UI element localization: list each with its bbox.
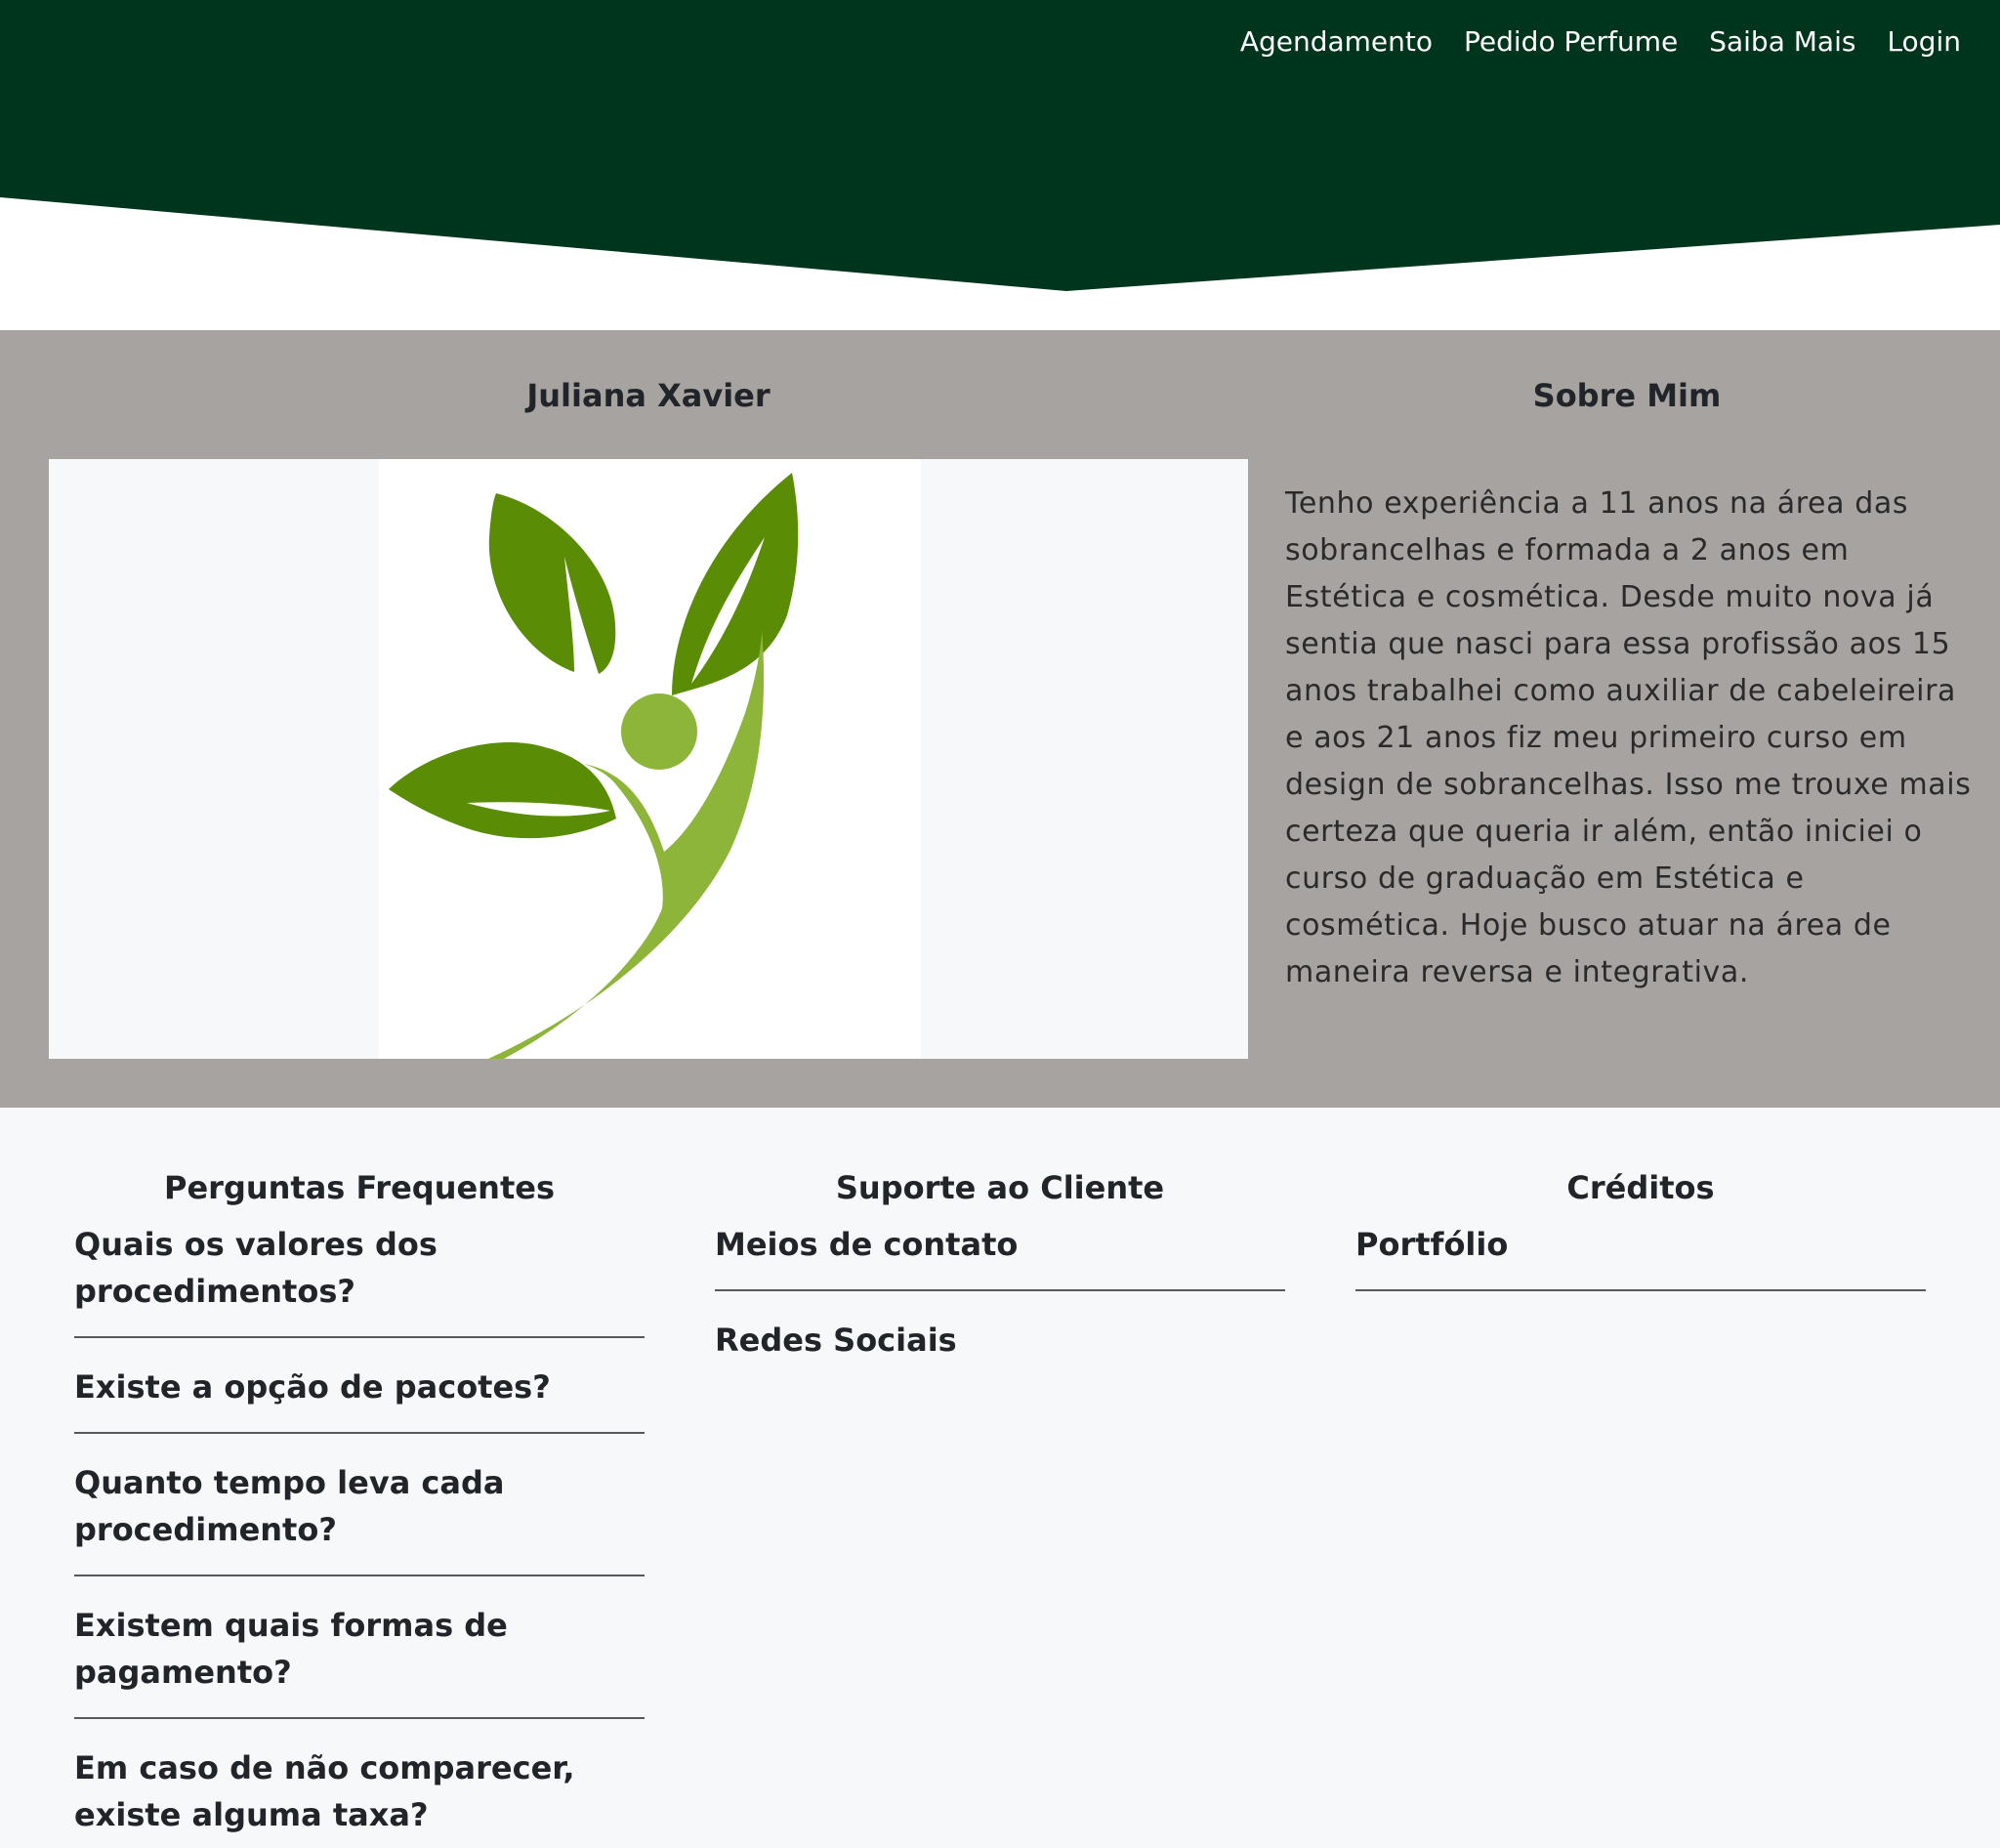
top-nav: Agendamento Pedido Perfume Saiba Mais Lo… <box>1240 25 1961 58</box>
nav-link-login[interactable]: Login <box>1887 25 1961 58</box>
divider <box>1355 1289 1926 1291</box>
about-text: Tenho experiência a 11 anos na área das … <box>1285 486 1972 989</box>
faq-link[interactable]: Em caso de não comparecer, existe alguma… <box>74 1744 645 1838</box>
nav-link-pedido-perfume[interactable]: Pedido Perfume <box>1464 25 1678 58</box>
logo-background <box>379 459 921 1059</box>
support-link-contact[interactable]: Meios de contato <box>715 1221 1285 1268</box>
logo-image <box>49 459 1248 1059</box>
support-heading: Suporte ao Cliente <box>835 1169 1165 1206</box>
divider <box>715 1289 1285 1291</box>
nav-link-saiba-mais[interactable]: Saiba Mais <box>1709 25 1855 58</box>
faq-column: Perguntas Frequentes Quais os valores do… <box>74 1168 645 1838</box>
support-column: Suporte ao Cliente Meios de contato Rede… <box>715 1168 1285 1364</box>
divider <box>74 1432 645 1434</box>
about-section: Juliana Xavier Sobre Mim Tenho experiênc… <box>0 330 2000 1108</box>
faq-heading: Perguntas Frequentes <box>164 1169 555 1206</box>
about-heading: Sobre Mim <box>1532 377 1722 414</box>
support-link-social[interactable]: Redes Sociais <box>715 1317 1285 1364</box>
nav-link-agendamento[interactable]: Agendamento <box>1240 25 1433 58</box>
profile-name: Juliana Xavier <box>526 377 771 414</box>
faq-link[interactable]: Quais os valores dos procedimentos? <box>74 1221 645 1315</box>
faq-link[interactable]: Existem quais formas de pagamento? <box>74 1602 645 1696</box>
credits-heading: Créditos <box>1566 1169 1715 1206</box>
credits-column: Créditos Portfólio <box>1355 1168 1926 1317</box>
leaf-person-logo-icon <box>389 473 799 1059</box>
divider <box>74 1336 645 1338</box>
faq-link[interactable]: Quanto tempo leva cada procedimento? <box>74 1459 645 1553</box>
credits-link-portfolio[interactable]: Portfólio <box>1355 1221 1926 1268</box>
faq-link[interactable]: Existe a opção de pacotes? <box>74 1364 645 1410</box>
site-footer: Perguntas Frequentes Quais os valores do… <box>0 1108 2000 1848</box>
divider <box>74 1575 645 1576</box>
divider <box>74 1717 645 1719</box>
site-header: Agendamento Pedido Perfume Saiba Mais Lo… <box>0 0 2000 330</box>
